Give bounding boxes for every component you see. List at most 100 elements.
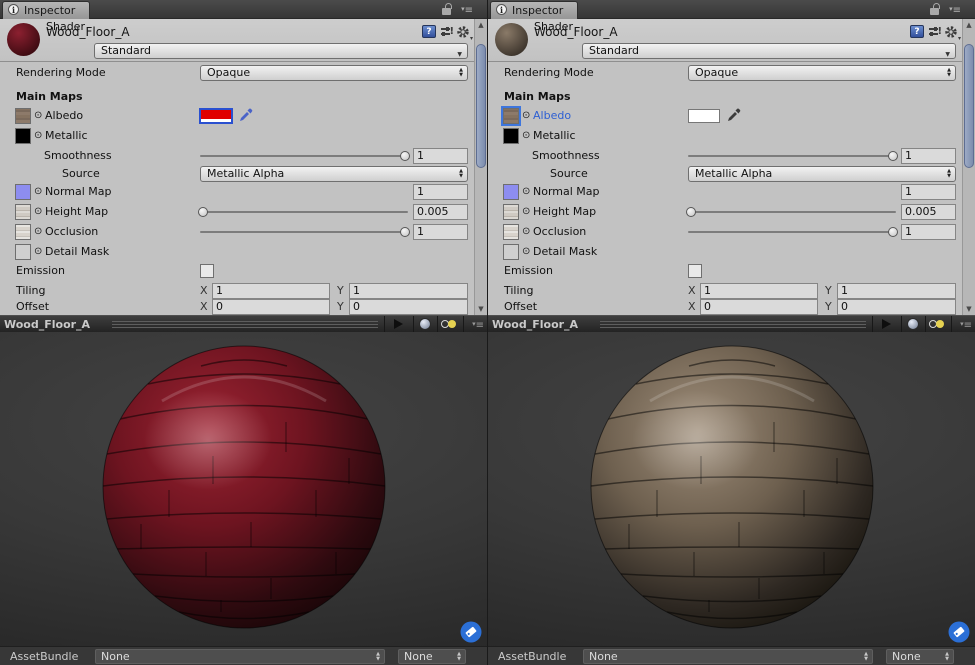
normal-map-thumb[interactable] <box>503 184 519 200</box>
albedo-texture-thumb[interactable] <box>15 108 31 124</box>
occlusion-thumb[interactable] <box>503 224 519 240</box>
eyedropper-icon[interactable] <box>239 108 253 123</box>
preview-drag-handle[interactable] <box>600 321 866 328</box>
offset-y-field[interactable]: 0 <box>349 299 468 315</box>
scrollbar-thumb[interactable] <box>964 44 974 168</box>
shader-dropdown[interactable]: Standard <box>94 43 468 59</box>
material-preview-area[interactable] <box>0 332 487 646</box>
slider-knob[interactable] <box>888 227 898 237</box>
preset-icon[interactable]: ! <box>929 25 942 38</box>
material-thumb-sphere[interactable] <box>7 23 40 56</box>
scroll-down-icon[interactable]: ▼ <box>475 305 487 313</box>
eyedropper-icon[interactable] <box>727 108 741 123</box>
albedo-texture-thumb[interactable] <box>503 108 519 124</box>
tab-inspector[interactable]: i Inspector <box>2 1 90 19</box>
scroll-down-icon[interactable]: ▼ <box>963 305 975 313</box>
normal-map-value[interactable]: 1 <box>413 184 468 200</box>
scroll-up-icon[interactable]: ▲ <box>475 21 487 29</box>
assetbundle-tag-icon[interactable] <box>460 621 482 643</box>
smoothness-value[interactable]: 1 <box>901 148 956 164</box>
slider-knob[interactable] <box>888 151 898 161</box>
height-map-slider[interactable] <box>688 211 896 213</box>
preset-icon[interactable]: ! <box>441 25 454 38</box>
preview-lighting-button[interactable] <box>925 316 952 332</box>
source-dropdown[interactable]: Metallic Alpha <box>688 166 956 182</box>
assetbundle-tag-icon[interactable] <box>948 621 970 643</box>
object-picker-icon[interactable]: ⊙ <box>522 206 530 218</box>
tiling-x-field[interactable]: 1 <box>700 283 818 299</box>
help-icon[interactable]: ? <box>910 25 924 38</box>
assetbundle-variant-dropdown[interactable]: None <box>886 649 954 664</box>
height-map-value[interactable]: 0.005 <box>413 204 468 220</box>
preview-play-button[interactable] <box>384 316 414 332</box>
tab-menu-icon[interactable] <box>949 5 961 16</box>
offset-y-field[interactable]: 0 <box>837 299 956 315</box>
preview-titlebar[interactable]: Wood_Floor_A <box>488 315 975 332</box>
object-picker-icon[interactable]: ⊙ <box>34 246 42 258</box>
smoothness-slider[interactable] <box>200 155 408 157</box>
slider-knob[interactable] <box>400 227 410 237</box>
occlusion-value[interactable]: 1 <box>413 224 468 240</box>
preview-lighting-button[interactable] <box>437 316 464 332</box>
offset-x-field[interactable]: 0 <box>700 299 818 315</box>
object-picker-icon[interactable]: ⊙ <box>522 246 530 258</box>
occlusion-value[interactable]: 1 <box>901 224 956 240</box>
slider-knob[interactable] <box>400 151 410 161</box>
slider-knob[interactable] <box>198 207 208 217</box>
tab-menu-icon[interactable] <box>461 5 473 16</box>
scrollbar-thumb[interactable] <box>476 44 486 168</box>
preview-sphere-button[interactable] <box>413 316 438 332</box>
material-preview-area[interactable] <box>488 332 975 646</box>
object-picker-icon[interactable]: ⊙ <box>522 226 530 238</box>
assetbundle-variant-dropdown[interactable]: None <box>398 649 466 664</box>
height-map-thumb[interactable] <box>15 204 31 220</box>
occlusion-thumb[interactable] <box>15 224 31 240</box>
emission-checkbox[interactable] <box>688 264 702 278</box>
preview-menu-button[interactable] <box>463 316 488 332</box>
metallic-texture-thumb[interactable] <box>503 128 519 144</box>
tiling-y-field[interactable]: 1 <box>837 283 956 299</box>
lock-icon[interactable] <box>442 8 451 15</box>
scroll-up-icon[interactable]: ▲ <box>963 21 975 29</box>
object-picker-icon[interactable]: ⊙ <box>34 226 42 238</box>
tiling-x-field[interactable]: 1 <box>212 283 330 299</box>
help-icon[interactable]: ? <box>422 25 436 38</box>
gear-icon[interactable] <box>456 25 472 39</box>
preview-play-button[interactable] <box>872 316 902 332</box>
slider-knob[interactable] <box>686 207 696 217</box>
occlusion-slider[interactable] <box>200 231 408 233</box>
rendering-mode-dropdown[interactable]: Opaque <box>688 65 956 81</box>
metallic-texture-thumb[interactable] <box>15 128 31 144</box>
object-picker-icon[interactable]: ⊙ <box>522 130 530 142</box>
gear-icon[interactable] <box>944 25 960 39</box>
preview-sphere-button[interactable] <box>901 316 926 332</box>
rendering-mode-dropdown[interactable]: Opaque <box>200 65 468 81</box>
height-map-thumb[interactable] <box>503 204 519 220</box>
assetbundle-dropdown[interactable]: None <box>95 649 385 664</box>
offset-x-field[interactable]: 0 <box>212 299 330 315</box>
smoothness-slider[interactable] <box>688 155 896 157</box>
albedo-color-swatch[interactable] <box>200 109 232 123</box>
occlusion-slider[interactable] <box>688 231 896 233</box>
preview-titlebar[interactable]: Wood_Floor_A <box>0 315 487 332</box>
object-picker-icon[interactable]: ⊙ <box>522 186 530 198</box>
inspector-scrollbar[interactable]: ▲ ▼ <box>962 19 975 315</box>
albedo-color-swatch[interactable] <box>688 109 720 123</box>
emission-checkbox[interactable] <box>200 264 214 278</box>
lock-icon[interactable] <box>930 8 939 15</box>
tiling-y-field[interactable]: 1 <box>349 283 468 299</box>
detail-mask-thumb[interactable] <box>15 244 31 260</box>
object-picker-icon[interactable]: ⊙ <box>34 110 42 122</box>
tab-inspector[interactable]: i Inspector <box>490 1 578 19</box>
object-picker-icon[interactable]: ⊙ <box>34 130 42 142</box>
object-picker-icon[interactable]: ⊙ <box>34 186 42 198</box>
height-map-slider[interactable] <box>200 211 408 213</box>
object-picker-icon[interactable]: ⊙ <box>522 110 530 122</box>
normal-map-value[interactable]: 1 <box>901 184 956 200</box>
shader-dropdown[interactable]: Standard <box>582 43 956 59</box>
assetbundle-dropdown[interactable]: None <box>583 649 873 664</box>
smoothness-value[interactable]: 1 <box>413 148 468 164</box>
normal-map-thumb[interactable] <box>15 184 31 200</box>
height-map-value[interactable]: 0.005 <box>901 204 956 220</box>
detail-mask-thumb[interactable] <box>503 244 519 260</box>
